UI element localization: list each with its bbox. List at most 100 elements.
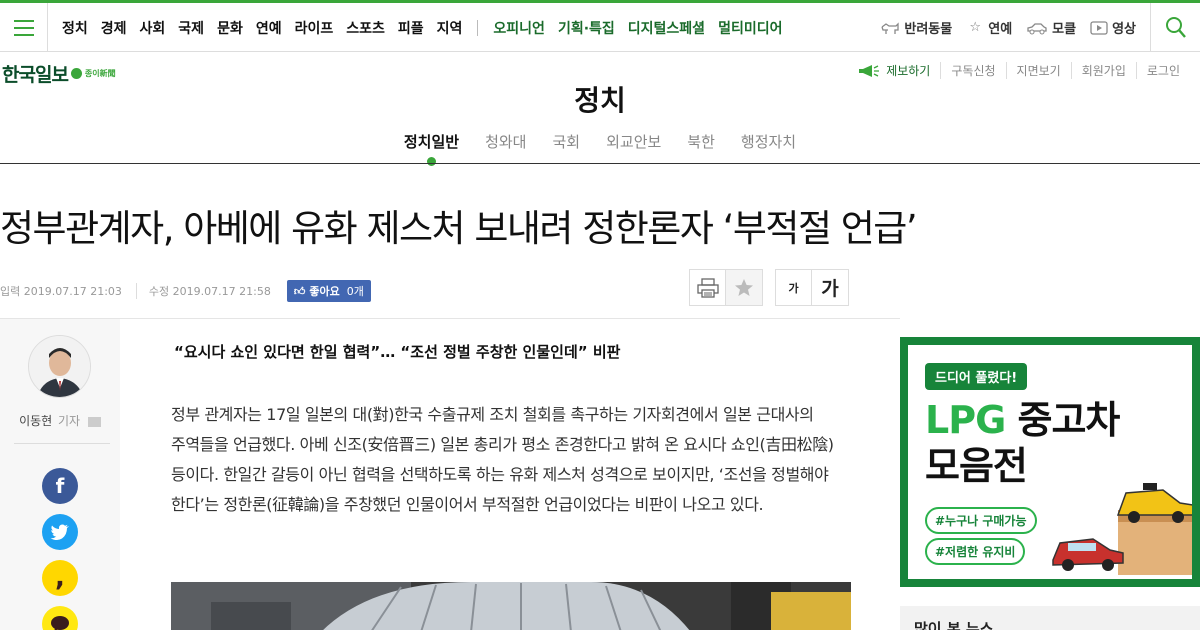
article-headline: 정부관계자, 아베에 유화 제스처 보내려 정한론자 ‘부적절 언급’ xyxy=(0,207,918,250)
nav-item-economy[interactable]: 경제 xyxy=(101,18,127,38)
tab-diplomacy-security[interactable]: 외교안보 xyxy=(606,131,661,152)
bookmark-button[interactable] xyxy=(726,269,763,306)
article-meta: 입력 2019.07.17 21:03 수정 2019.07.17 21:58 … xyxy=(0,280,371,302)
font-decrease-button[interactable]: 가 xyxy=(775,269,812,306)
nav-item-features[interactable]: 기획·특집 xyxy=(558,18,615,38)
main-nav: 정치 경제 사회 국제 문화 연예 라이프 스포츠 피플 지역 오피니언 기획·… xyxy=(62,3,782,52)
top-navigation-bar: 정치 경제 사회 국제 문화 연예 라이프 스포츠 피플 지역 오피니언 기획·… xyxy=(0,0,1200,52)
advertisement-banner[interactable]: 드디어 풀렸다! LPG 중고차 모음전 #누구나 구매가능 #저렴한 유지비 xyxy=(900,337,1200,587)
nav-item-society[interactable]: 사회 xyxy=(140,18,166,38)
star-icon xyxy=(735,278,753,296)
header-links: 제보하기 구독신청 지면보기 회원가입 로그인 xyxy=(848,62,1190,79)
facebook-icon: f xyxy=(55,474,65,498)
search-icon xyxy=(1165,16,1186,38)
play-icon xyxy=(1090,20,1108,35)
reporter-byline: 이동현 기자 xyxy=(0,412,120,429)
tab-north-korea[interactable]: 북한 xyxy=(687,131,715,152)
logo-mark-icon xyxy=(70,68,82,79)
article-photo[interactable] xyxy=(171,582,851,630)
util-video[interactable]: 영상 xyxy=(1090,18,1136,37)
popular-news-title: 많이 본 뉴스 xyxy=(914,620,994,630)
kakaotalk-icon xyxy=(51,616,69,630)
ad-tag-anyone: #누구나 구매가능 xyxy=(925,507,1037,534)
nav-item-politics[interactable]: 정치 xyxy=(62,18,88,38)
tab-blue-house[interactable]: 청와대 xyxy=(485,131,526,152)
font-large-label: 가 xyxy=(821,278,839,300)
share-facebook-button[interactable]: f xyxy=(42,468,78,504)
article-subtitle: “요시다 쇼인 있다면 한일 협력”… “조선 정벌 주창한 인물인데” 비판 xyxy=(174,343,621,361)
twitter-icon xyxy=(50,524,69,540)
report-link[interactable]: 제보하기 xyxy=(848,62,940,79)
article-body: 정부 관계자는 17일 일본의 대(對)한국 수출규제 조치 철회를 촉구하는 … xyxy=(171,405,834,514)
util-video-label: 영상 xyxy=(1112,22,1136,37)
reporter-role: 기자 xyxy=(58,414,81,428)
nav-item-multimedia[interactable]: 멀티미디어 xyxy=(718,18,782,38)
share-kakaotalk-button[interactable] xyxy=(42,606,78,630)
nav-item-life[interactable]: 라이프 xyxy=(295,18,334,38)
tab-politics-general[interactable]: 정치일반 xyxy=(404,131,459,166)
ad-inner: 드디어 풀렸다! LPG 중고차 모음전 #누구나 구매가능 #저렴한 유지비 xyxy=(908,345,1192,579)
nav-item-culture[interactable]: 문화 xyxy=(217,18,243,38)
nav-item-opinion[interactable]: 오피니언 xyxy=(493,18,545,38)
mail-icon[interactable] xyxy=(87,416,101,427)
star-outline-icon: ☆ xyxy=(969,19,982,35)
util-entertainment[interactable]: ☆ 연예 xyxy=(966,18,1012,37)
popular-news-box: 많이 본 뉴스 xyxy=(900,606,1200,630)
ad-title-accent: LPG xyxy=(925,398,1006,442)
login-link[interactable]: 로그인 xyxy=(1135,62,1190,79)
report-link-label: 제보하기 xyxy=(886,64,931,78)
kakaostory-icon: , xyxy=(55,563,65,593)
reporter-name[interactable]: 이동현 xyxy=(19,414,52,428)
tab-administration[interactable]: 행정자치 xyxy=(741,131,796,152)
nav-item-entertainment[interactable]: 연예 xyxy=(256,18,282,38)
like-label: 좋아요 xyxy=(309,285,340,298)
content-divider xyxy=(0,318,900,319)
share-twitter-button[interactable] xyxy=(42,514,78,550)
subscribe-link[interactable]: 구독신청 xyxy=(940,62,1005,79)
ad-tag-cheap: #저렴한 유지비 xyxy=(925,538,1026,565)
nav-item-sports[interactable]: 스포츠 xyxy=(346,18,385,38)
reporter-photo xyxy=(29,336,90,397)
facebook-like-button[interactable]: 👍︎ 좋아요 0개 xyxy=(286,280,371,302)
tab-national-assembly[interactable]: 국회 xyxy=(552,131,580,152)
util-pets-label: 반려동물 xyxy=(904,22,953,37)
modified-time: 수정 2019.07.17 21:58 xyxy=(135,283,271,299)
font-increase-button[interactable]: 가 xyxy=(812,269,849,306)
subnav-divider xyxy=(0,163,1200,164)
left-divider xyxy=(14,443,110,444)
section-title: 정치 xyxy=(574,84,626,117)
font-small-label: 가 xyxy=(788,281,799,295)
util-cars[interactable]: 모클 xyxy=(1026,18,1076,37)
reporter-avatar[interactable] xyxy=(28,335,91,398)
utility-links: 반려동물 ☆ 연예 모클 영상 xyxy=(880,3,1136,52)
ad-badge: 드디어 풀렸다! xyxy=(925,363,1028,390)
logo-sub: 종이新聞 xyxy=(84,69,116,78)
car-icon xyxy=(1027,22,1047,34)
dog-icon xyxy=(881,21,900,34)
left-column: 이동현 기자 f , xyxy=(0,319,120,630)
article-tools: 가 가 xyxy=(689,269,849,306)
util-pets[interactable]: 반려동물 xyxy=(880,18,952,37)
nav-item-international[interactable]: 국제 xyxy=(178,18,204,38)
signup-link[interactable]: 회원가입 xyxy=(1070,62,1136,79)
market-arcade-photo xyxy=(171,582,851,630)
section-subnav: 정치일반 청와대 국회 외교안보 북한 행정자치 xyxy=(0,131,1200,166)
util-cars-label: 모클 xyxy=(1052,22,1077,37)
nav-item-region[interactable]: 지역 xyxy=(437,18,463,38)
share-kakaostory-button[interactable]: , xyxy=(42,560,78,596)
nav-item-digital-special[interactable]: 디지털스페셜 xyxy=(628,18,705,38)
print-button[interactable] xyxy=(689,269,726,306)
util-entertainment-label: 연예 xyxy=(988,22,1013,37)
input-time: 입력 2019.07.17 21:03 xyxy=(0,285,122,298)
search-button[interactable] xyxy=(1150,3,1200,52)
ad-title-rest: 중고차 xyxy=(1005,398,1120,442)
nav-item-people[interactable]: 피플 xyxy=(398,18,424,38)
printer-icon xyxy=(696,277,719,298)
nav-divider xyxy=(477,19,479,36)
megaphone-icon xyxy=(859,64,880,77)
print-edition-link[interactable]: 지면보기 xyxy=(1005,62,1071,79)
car-illustration xyxy=(1052,483,1192,575)
like-count: 0개 xyxy=(346,285,364,298)
thumbs-up-icon: 👍︎ xyxy=(293,284,306,298)
hamburger-menu-icon[interactable] xyxy=(0,3,48,52)
